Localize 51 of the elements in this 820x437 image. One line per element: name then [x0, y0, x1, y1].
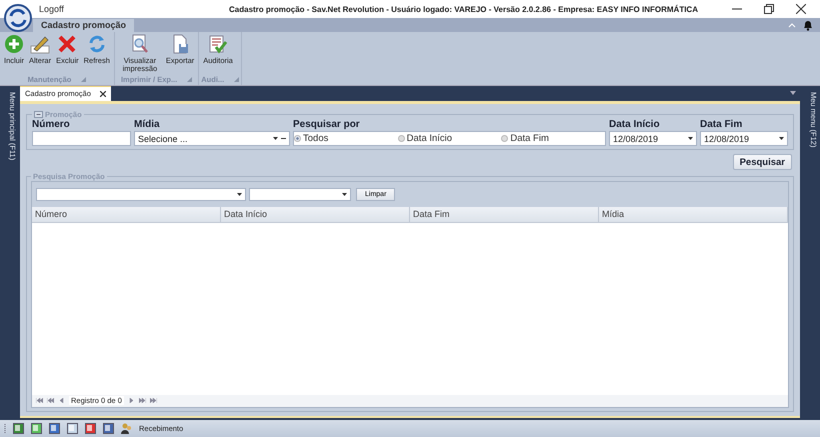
cross-icon	[57, 34, 78, 54]
number-input[interactable]	[32, 131, 131, 146]
pencil-icon	[30, 34, 50, 54]
date-picker[interactable]: 12/08/2019	[700, 131, 788, 146]
column-header[interactable]: Mídia	[599, 207, 788, 222]
window-title: Cadastro promoção - Sav.Net Revolution - Usuário logado: VAREJO - Versão 2.0.2.86 - Empresa: EASY INFO INFORMÁTICA	[228, 4, 699, 14]
plus-icon	[4, 34, 24, 54]
first-page-icon[interactable]	[36, 398, 43, 402]
column-header[interactable]: Data Início	[221, 207, 410, 222]
bell-icon[interactable]	[802, 19, 814, 31]
people-icon[interactable]	[121, 423, 132, 434]
dropdown-arrow-icon[interactable]	[237, 193, 242, 196]
document-icon[interactable]	[49, 423, 60, 434]
document-icon[interactable]	[85, 423, 96, 434]
restore-icon[interactable]	[764, 4, 774, 14]
magnifier-document-icon	[130, 34, 150, 54]
document-icon[interactable]	[31, 423, 42, 434]
rewind-icon[interactable]	[47, 398, 54, 402]
dropdown-arrow-icon[interactable]	[342, 193, 347, 196]
close-icon[interactable]	[100, 90, 106, 96]
document-icon[interactable]	[67, 423, 78, 434]
radio-option[interactable]: Data Fim	[501, 133, 605, 144]
media-dropdown[interactable]: Selecione ...	[134, 131, 290, 146]
refresh-icon	[86, 34, 107, 54]
fast-forward-icon[interactable]	[138, 398, 146, 402]
last-page-icon[interactable]	[150, 398, 157, 402]
field-label: Data Início	[609, 119, 661, 131]
radio-option[interactable]: Todos	[294, 133, 398, 144]
checklist-icon	[208, 34, 228, 54]
field-label: Data Fim	[700, 119, 744, 131]
ribbon-tab[interactable]: Cadastro promoção	[33, 19, 134, 32]
field-label: Pesquisar por	[293, 119, 361, 131]
column-header[interactable]: Número	[32, 207, 221, 222]
close-icon[interactable]	[796, 4, 806, 14]
radio-option[interactable]: Data Início	[398, 133, 502, 144]
minus-icon[interactable]	[281, 137, 286, 140]
app-logo-icon[interactable]	[3, 3, 33, 33]
search-button[interactable]: Pesquisar	[732, 154, 792, 170]
date-picker[interactable]: 12/08/2019	[609, 131, 697, 146]
dropdown-arrow-icon[interactable]	[779, 137, 784, 140]
document-icon[interactable]	[103, 423, 114, 434]
previous-icon[interactable]	[58, 398, 65, 402]
field-label: Mídia	[134, 119, 161, 131]
next-icon[interactable]	[128, 398, 135, 402]
document-icon[interactable]	[13, 423, 24, 434]
field-label: Número	[32, 119, 71, 131]
dropdown-arrow-icon[interactable]	[273, 137, 278, 140]
dropdown-arrow-icon[interactable]	[688, 137, 693, 140]
column-header[interactable]: Data Fim	[410, 207, 599, 222]
logoff-link[interactable]: Logoff	[39, 4, 159, 14]
collapse-toggle-icon[interactable]	[34, 111, 43, 118]
